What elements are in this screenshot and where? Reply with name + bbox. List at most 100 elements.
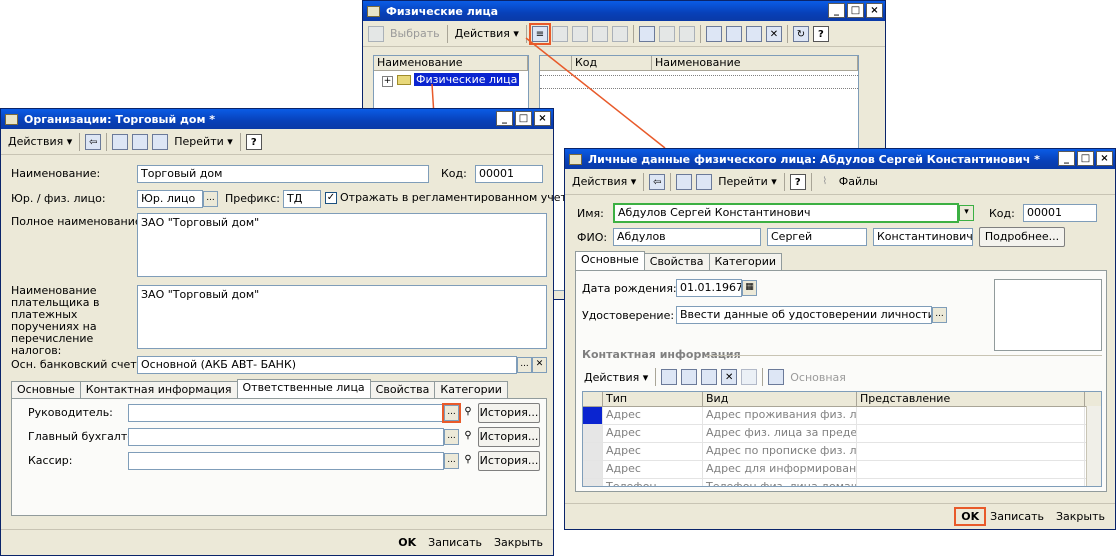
accountant-select-button[interactable]: ... (444, 429, 459, 445)
copy-icon[interactable] (681, 369, 698, 385)
org-titlebar[interactable]: Организации: Торговый дом * _ □ × (1, 109, 553, 129)
table-row[interactable]: Адрес Адрес физ. лица за предел... (583, 425, 1101, 443)
copy-icon[interactable] (132, 133, 149, 150)
payer-name-textarea[interactable]: ЗАО "Торговый дом" (137, 285, 547, 349)
last-name-input[interactable]: Абдулов (613, 228, 761, 246)
code-input[interactable]: 00001 (475, 165, 543, 183)
reread-icon[interactable] (112, 133, 129, 150)
ok-button[interactable]: OK (954, 507, 987, 526)
help-icon[interactable]: ? (789, 173, 806, 190)
files-button[interactable]: Файлы (835, 172, 882, 192)
maximize-button[interactable]: □ (1077, 151, 1094, 166)
list-col-name[interactable]: Наименование (652, 56, 858, 70)
row-repr[interactable] (857, 461, 1085, 478)
tab-properties[interactable]: Свойства (369, 381, 436, 398)
head-select-button[interactable]: ... (442, 403, 461, 423)
legal-type-input[interactable]: Юр. лицо (137, 190, 203, 208)
full-name-textarea[interactable]: ЗАО "Торговый дом" (137, 213, 547, 277)
move-icon[interactable] (678, 25, 695, 42)
refresh-icon[interactable]: ↻ (792, 25, 809, 42)
person-titlebar[interactable]: Личные данные физического лица: Абдулов … (565, 149, 1115, 169)
actions-menu[interactable]: Действия ▾ (451, 24, 523, 44)
copy-icon[interactable] (571, 25, 588, 42)
table-row[interactable]: Адрес Адрес по прописке физ. лица (583, 443, 1101, 461)
contact-scrollbar[interactable] (1086, 406, 1101, 486)
reread-icon[interactable] (676, 173, 693, 190)
row-repr[interactable] (857, 479, 1085, 486)
tab-contacts[interactable]: Контактная информация (79, 381, 238, 398)
select-button[interactable]: Выбрать (386, 24, 444, 44)
person-code-input[interactable]: 00001 (1023, 204, 1097, 222)
search-icon[interactable]: ⚲ (460, 452, 476, 468)
help-icon[interactable]: ? (245, 133, 262, 150)
tab-responsible[interactable]: Ответственные лица (236, 379, 371, 398)
actions-menu[interactable]: Действия ▾ (4, 132, 76, 152)
more-button[interactable]: Подробнее... (979, 227, 1065, 247)
help-icon[interactable]: ? (812, 25, 829, 42)
bank-account-input[interactable]: Основной (АКБ АВТ- БАНК) (137, 356, 517, 374)
add-icon[interactable] (661, 369, 678, 385)
head-history-button[interactable]: История... (478, 403, 540, 423)
set-main-button[interactable]: Основная (786, 367, 850, 387)
edit-icon[interactable] (701, 369, 718, 385)
sort-icon[interactable] (705, 25, 722, 42)
person-name-dropdown[interactable]: ▾ (959, 205, 974, 221)
write-button[interactable]: Записать (984, 510, 1050, 523)
tab-properties[interactable]: Свойства (643, 253, 710, 270)
delete-icon[interactable]: ✕ (721, 369, 738, 385)
search-icon[interactable]: ⚲ (460, 428, 476, 444)
legal-type-select-button[interactable]: ... (203, 191, 218, 207)
id-doc-input[interactable]: Ввести данные об удостоверении личности (676, 306, 932, 324)
ok-button[interactable]: OK (392, 536, 422, 549)
table-row[interactable]: Телефон Телефон физ. лица домашн... (583, 479, 1101, 486)
name-input[interactable]: Торговый дом (137, 165, 429, 183)
write-button[interactable]: Записать (422, 536, 488, 549)
hierarchy-icon[interactable] (638, 25, 655, 42)
prefix-input[interactable]: ТД (283, 190, 321, 208)
tab-main[interactable]: Основные (575, 251, 645, 270)
add-group-icon[interactable] (551, 25, 568, 42)
cashier-select-button[interactable]: ... (444, 453, 459, 469)
cashier-input[interactable] (128, 452, 444, 470)
persons-titlebar[interactable]: Физические лица _ □ × (363, 1, 885, 21)
col-type[interactable]: Тип (603, 392, 703, 406)
save-close-icon[interactable]: ⇦ (649, 173, 666, 190)
goto-menu[interactable]: Перейти ▾ (714, 172, 781, 192)
tab-categories[interactable]: Категории (434, 381, 508, 398)
tree-root-label[interactable]: Физические лица (414, 73, 520, 86)
row-repr[interactable] (857, 425, 1085, 442)
save-close-icon[interactable]: ⇦ (85, 133, 102, 150)
close-button[interactable]: × (866, 3, 883, 18)
accountant-input[interactable] (128, 428, 444, 446)
structure-icon[interactable] (152, 133, 169, 150)
tab-main[interactable]: Основные (11, 381, 81, 398)
maximize-button[interactable]: □ (847, 3, 864, 18)
mark-icon[interactable] (741, 369, 758, 385)
close-button[interactable]: × (1096, 151, 1113, 166)
tree-root[interactable]: + Физические лица (374, 71, 528, 87)
minimize-button[interactable]: _ (496, 111, 513, 126)
level-up-icon[interactable] (658, 25, 675, 42)
row-repr[interactable] (857, 407, 1085, 424)
add-item-icon[interactable]: ≡ (528, 22, 551, 45)
person-name-input[interactable]: Абдулов Сергей Константинович (613, 203, 959, 223)
table-row[interactable]: Адрес Адрес проживания физ. лица (583, 407, 1101, 425)
reflect-checkbox-row[interactable]: ✓ Отражать в регламентированном учете (325, 191, 574, 204)
contact-grid[interactable]: Тип Вид Представление Адрес Адрес прожив… (582, 391, 1102, 487)
close-form-button[interactable]: Закрыть (488, 536, 549, 549)
calendar-icon[interactable]: ▦ (742, 280, 757, 296)
list-options-icon[interactable] (745, 25, 762, 42)
minimize-button[interactable]: _ (1058, 151, 1075, 166)
tab-categories[interactable]: Категории (708, 253, 783, 270)
row-repr[interactable] (857, 443, 1085, 460)
accountant-history-button[interactable]: История... (478, 427, 540, 447)
set-main-icon[interactable] (768, 369, 785, 385)
search-icon[interactable]: ⚲ (460, 404, 476, 420)
close-button[interactable]: × (534, 111, 551, 126)
filter-off-icon[interactable]: ✕ (765, 25, 782, 42)
col-kind[interactable]: Вид (703, 392, 857, 406)
col-repr[interactable]: Представление (857, 392, 1085, 406)
table-row[interactable]: Адрес Адрес для информировани... (583, 461, 1101, 479)
minimize-button[interactable]: _ (828, 3, 845, 18)
edit-icon[interactable] (591, 25, 608, 42)
